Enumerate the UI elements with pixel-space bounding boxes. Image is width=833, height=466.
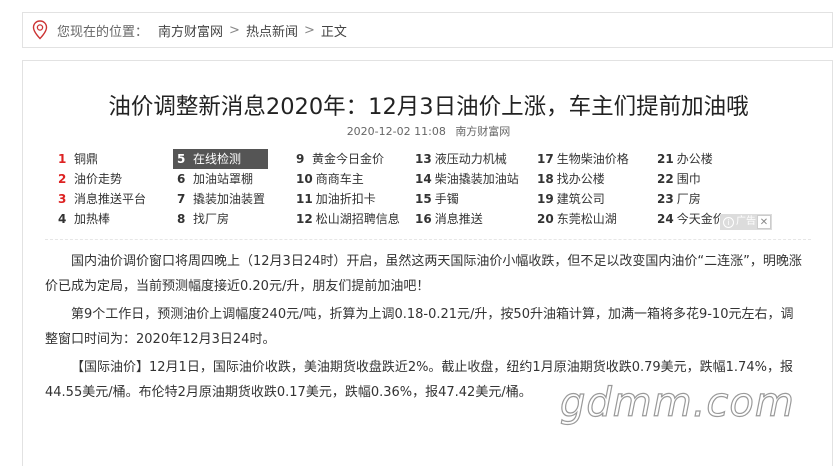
hot-keyword-item[interactable]: 20 东莞松山湖 — [537, 209, 617, 229]
hot-keyword-item[interactable]: 8 找厂房 — [177, 209, 229, 229]
divider — [45, 239, 811, 240]
article-paragraph: 第9个工作日，预测油价上调幅度240元/吨，折算为上调0.18-0.21元/升，… — [45, 307, 794, 347]
hot-keyword-item[interactable]: 6 加油站罩棚 — [177, 169, 253, 189]
breadcrumb-separator: > — [303, 22, 315, 38]
hot-keyword-item[interactable]: 23 厂房 — [657, 189, 701, 209]
hot-keyword-item[interactable]: 4 加热棒 — [58, 209, 110, 229]
breadcrumb-current: 正文 — [320, 24, 347, 40]
hot-keyword-item[interactable]: 24 今天金价 — [657, 209, 725, 229]
breadcrumb-hot-news-link[interactable]: 热点新闻 — [246, 21, 298, 40]
watermark-logo: gdmm.com — [559, 379, 795, 426]
hot-keyword-item[interactable]: 16 消息推送 — [415, 209, 483, 229]
location-pin-icon — [29, 19, 51, 41]
hot-keyword-item[interactable]: 18 找办公楼 — [537, 169, 605, 189]
article-source: 南方财富网 — [455, 125, 511, 138]
article-paragraph: 国内油价调价窗口将周四晚上（12月3日24时）开启，虽然这两天国际油价小幅收跌，… — [45, 254, 802, 294]
breadcrumb-prefix: 您现在的位置： — [57, 24, 149, 40]
hot-keyword-item[interactable]: 11 加油折扣卡 — [296, 189, 376, 209]
breadcrumb-separator: > — [229, 22, 240, 38]
hot-keyword-item[interactable]: 13 液压动力机械 — [415, 149, 507, 169]
article-date: 2020-12-02 11:08 — [346, 125, 446, 138]
ad-label: 广告 — [736, 216, 756, 227]
ad-info-icon: i — [723, 216, 734, 228]
hot-keyword-item[interactable]: 22 围巾 — [657, 169, 701, 189]
hot-keyword-item-active[interactable]: 5 在线检测 — [173, 149, 268, 169]
hot-keyword-item[interactable]: 21 办公楼 — [657, 149, 713, 169]
hot-keyword-item[interactable]: 9 黄金今日金价 — [296, 149, 384, 169]
breadcrumb-home-link[interactable]: 南方财富网 — [158, 21, 223, 40]
hot-keyword-item[interactable]: 1 铜鼎 — [58, 149, 98, 169]
hot-keyword-item[interactable]: 10 商商车主 — [296, 169, 364, 189]
hot-keyword-item[interactable]: 3 消息推送平台 — [58, 189, 146, 209]
ad-badge[interactable]: i 广告 ✕ — [720, 214, 772, 230]
hot-keyword-item[interactable]: 19 建筑公司 — [537, 189, 605, 209]
hot-keyword-item[interactable]: 12 松山湖招聘信息 — [296, 209, 400, 229]
article-meta: 2020-12-02 11:08 南方财富网 — [23, 123, 833, 139]
article-title: 油价调整新消息2020年：12月3日油价上涨，车主们提前加油哦 — [108, 94, 749, 120]
hot-keyword-item[interactable]: 15 手镯 — [415, 189, 459, 209]
hot-keywords-list: 1 铜鼎 2 油价走势 3 消息推送平台 4 加热棒 5 在线检测 6 加油站罩棚 7 撬装加… — [53, 149, 773, 241]
ad-close-icon[interactable]: ✕ — [757, 215, 771, 229]
breadcrumb: 您现在的位置： 南方财富网 > 热点新闻 > 正文 — [22, 12, 833, 48]
hot-keyword-item[interactable]: 7 撬装加油装置 — [177, 189, 265, 209]
hot-keyword-item[interactable]: 2 油价走势 — [58, 169, 122, 189]
hot-keyword-item[interactable]: 17 生物柴油价格 — [537, 149, 629, 169]
hot-keyword-item[interactable]: 14 柴油撬装加油站 — [415, 169, 519, 189]
